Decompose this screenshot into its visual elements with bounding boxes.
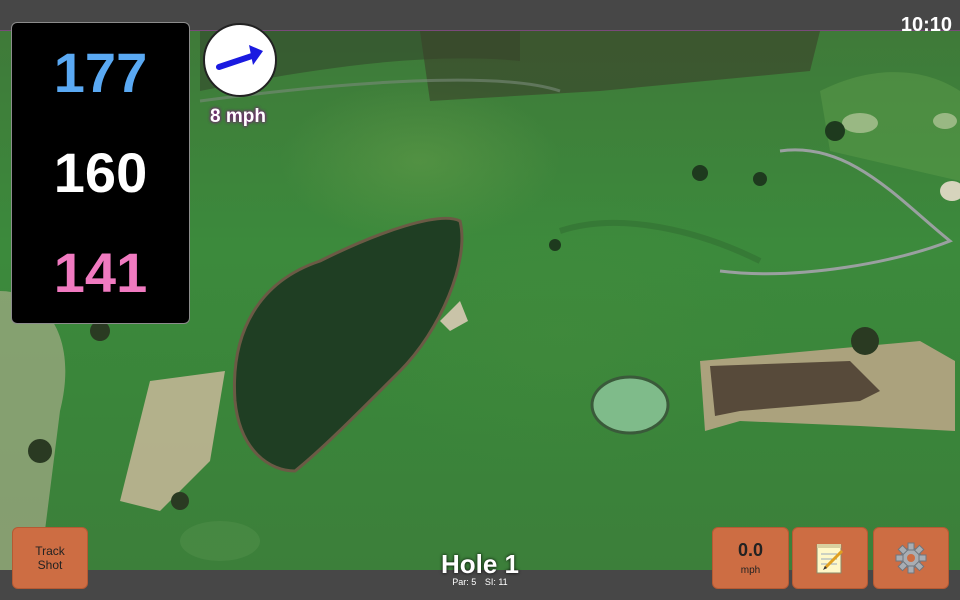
notepad-icon	[816, 544, 844, 574]
hole-title: Hole 1	[440, 549, 520, 579]
hole-par: Par: 5	[452, 577, 477, 587]
track-shot-label-line2: Shot	[37, 558, 63, 572]
speed-button[interactable]: 0.0 mph	[712, 527, 789, 589]
wind-speed-label: 8 mph	[210, 106, 266, 127]
distance-front: 141	[53, 241, 148, 304]
distance-back: 177	[53, 41, 148, 104]
wind-direction-arrow-icon	[216, 45, 263, 70]
notes-button[interactable]	[792, 527, 868, 589]
distance-middle: 160	[53, 141, 148, 204]
settings-button[interactable]	[873, 527, 949, 589]
wind-direction-indicator	[203, 23, 277, 97]
speed-unit: mph	[740, 565, 761, 576]
hole-meta: Par: 5 SI: 11	[400, 577, 560, 587]
distance-panel: 177 160 141	[11, 22, 190, 324]
speed-value: 0.0	[737, 540, 764, 560]
track-shot-label-line1: Track	[35, 544, 65, 558]
track-shot-button[interactable]: Track Shot	[12, 527, 88, 589]
gear-icon	[895, 542, 927, 574]
hole-stroke-index: SI: 11	[484, 577, 508, 587]
